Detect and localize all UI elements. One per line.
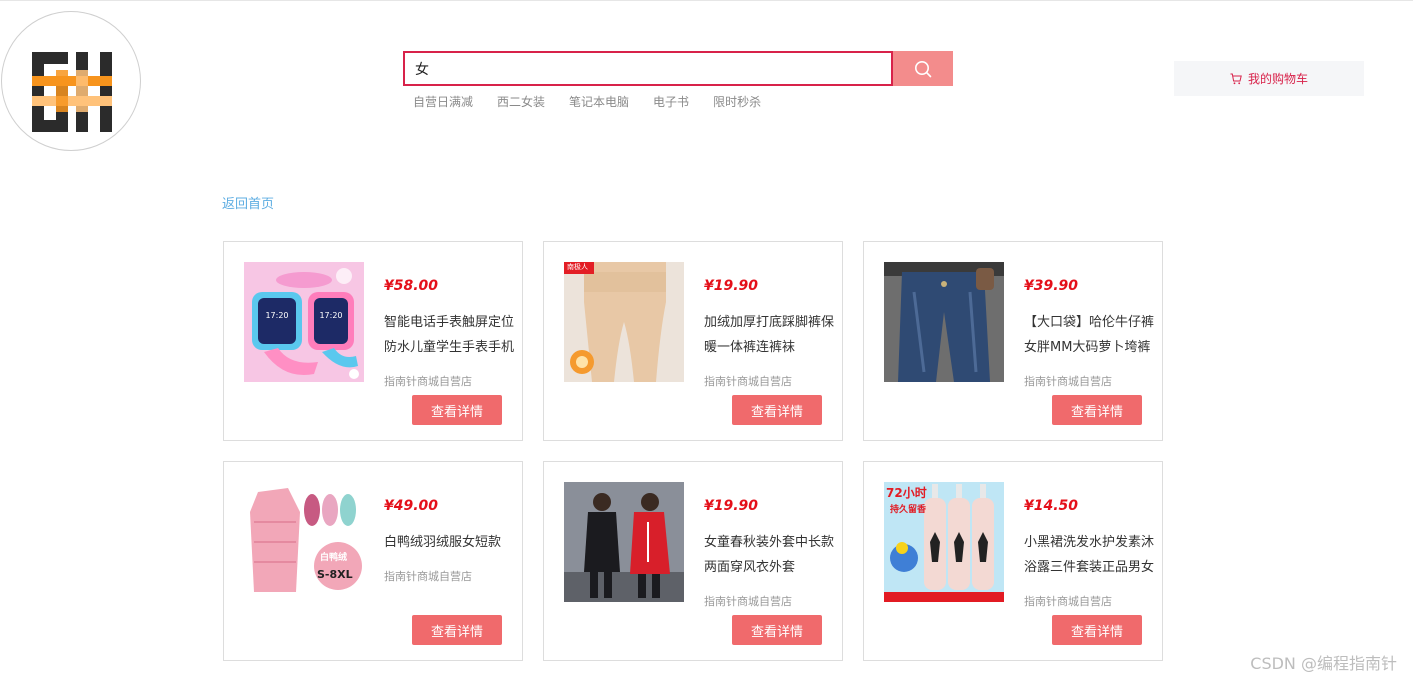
product-price: ¥39.90 (1024, 278, 1079, 294)
cart-icon (1230, 73, 1242, 84)
product-image-leggings[interactable]: 南极人 (564, 262, 684, 382)
csdn-watermark: CSDN @编程指南针 (1250, 654, 1397, 673)
view-details-button[interactable]: 查看详情 (412, 615, 502, 645)
product-price: ¥19.90 (704, 498, 759, 514)
product-card: 17:20 17:20 ¥58.00 智能电话手表触屏定位防水儿童学生手表手机 … (223, 241, 523, 441)
product-card: 南极人 ¥19.90 加绒加厚打底踩脚裤保暖一体裤连裤袜 指南针商城自营店 查看… (543, 241, 843, 441)
search-icon (915, 60, 932, 77)
hot-word-link[interactable]: 自营日满减 (413, 93, 473, 110)
promo-hours: 72小时 (886, 486, 927, 500)
search-button[interactable] (893, 51, 953, 86)
product-price: ¥14.50 (1024, 498, 1079, 514)
product-name[interactable]: 智能电话手表触屏定位防水儿童学生手表手机 (384, 310, 520, 360)
product-image-girls-coat[interactable] (564, 482, 684, 602)
my-cart-button[interactable]: 我的购物车 (1174, 61, 1364, 96)
product-card: ¥39.90 【大口袋】哈伦牛仔裤女胖MM大码萝卜垮裤 指南针商城自营店 查看详… (863, 241, 1163, 441)
logo-mark-icon (32, 52, 112, 132)
product-card: 72小时 持久留香 ¥14.50 小黑裙洗发水护发素沐浴露三件套装正品男女 指南… (863, 461, 1163, 661)
product-image-smartwatch[interactable]: 17:20 17:20 (244, 262, 364, 382)
shop-name: 指南针商城自营店 (704, 375, 792, 388)
top-divider (0, 0, 1413, 1)
product-price: ¥58.00 (384, 278, 439, 294)
shop-name: 指南针商城自营店 (1024, 595, 1112, 608)
jacket-tag-size: S-8XL (317, 568, 353, 581)
view-details-button[interactable]: 查看详情 (732, 395, 822, 425)
shop-name: 指南针商城自营店 (384, 375, 472, 388)
promo-subtitle: 持久留香 (890, 505, 927, 515)
product-price: ¥19.90 (704, 278, 759, 294)
cart-label: 我的购物车 (1247, 72, 1308, 86)
view-details-button[interactable]: 查看详情 (1052, 395, 1142, 425)
jacket-tag-top: 白鸭绒 (320, 553, 348, 563)
product-name[interactable]: 【大口袋】哈伦牛仔裤女胖MM大码萝卜垮裤 (1024, 310, 1160, 360)
svg-text:17:20: 17:20 (265, 311, 288, 320)
product-name[interactable]: 加绒加厚打底踩脚裤保暖一体裤连裤袜 (704, 310, 840, 360)
product-name[interactable]: 女童春秋装外套中长款两面穿风衣外套 (704, 530, 840, 580)
hot-word-link[interactable]: 西二女装 (497, 93, 545, 110)
product-card: 白鸭绒 S-8XL ¥49.00 白鸭绒羽绒服女短款 指南针商城自营店 查看详情 (223, 461, 523, 661)
product-name[interactable]: 小黑裙洗发水护发素沐浴露三件套装正品男女 (1024, 530, 1160, 580)
view-details-button[interactable]: 查看详情 (732, 615, 822, 645)
site-logo[interactable] (1, 11, 141, 151)
hot-word-link[interactable]: 笔记本电脑 (569, 93, 629, 110)
svg-text:17:20: 17:20 (319, 311, 342, 320)
hot-word-link[interactable]: 限时秒杀 (713, 93, 761, 110)
product-price: ¥49.00 (384, 498, 439, 514)
shop-name: 指南针商城自营店 (1024, 375, 1112, 388)
product-image-shampoo-set[interactable]: 72小时 持久留香 (884, 482, 1004, 602)
brand-badge: 南极人 (567, 263, 588, 271)
view-details-button[interactable]: 查看详情 (1052, 615, 1142, 645)
shop-name: 指南针商城自营店 (384, 570, 472, 583)
product-name[interactable]: 白鸭绒羽绒服女短款 (384, 530, 520, 555)
product-image-down-jacket[interactable]: 白鸭绒 S-8XL (244, 482, 364, 602)
hot-word-link[interactable]: 电子书 (653, 93, 689, 110)
search-box (403, 51, 893, 86)
product-card: ¥19.90 女童春秋装外套中长款两面穿风衣外套 指南针商城自营店 查看详情 (543, 461, 843, 661)
hot-search-words: 自营日满减 西二女装 笔记本电脑 电子书 限时秒杀 (413, 93, 785, 110)
shop-name: 指南针商城自营店 (704, 595, 792, 608)
product-image-jeans[interactable] (884, 262, 1004, 382)
back-home-link[interactable]: 返回首页 (222, 193, 274, 212)
search-input[interactable] (405, 53, 891, 84)
view-details-button[interactable]: 查看详情 (412, 395, 502, 425)
